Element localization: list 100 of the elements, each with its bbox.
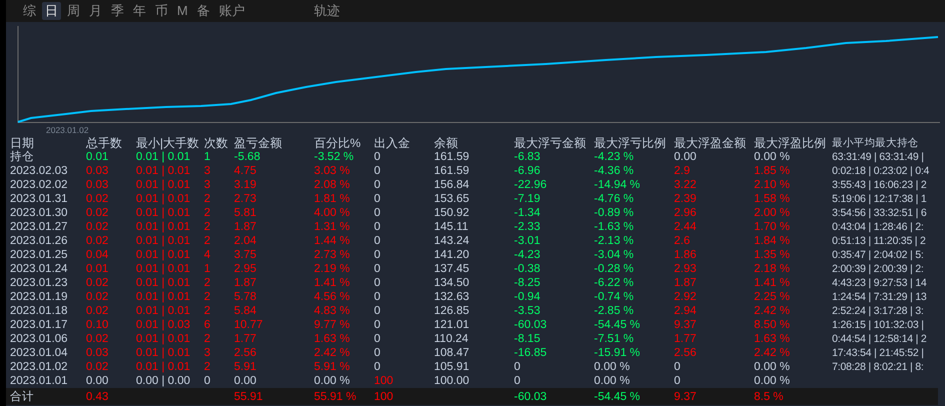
table-cell: 1.31 % xyxy=(314,220,374,234)
column-header: 日期 xyxy=(6,136,86,150)
period-tab[interactable]: 年 xyxy=(130,2,149,20)
table-cell-text: 1:24:54 | 7:31:29 | 13 xyxy=(832,290,928,304)
table-cell-text: 2.73 xyxy=(234,192,258,206)
period-tab[interactable]: 币 xyxy=(152,2,171,20)
table-cell-text: 0.01 | 0.01 xyxy=(136,234,192,248)
column-header: 盈亏金额 xyxy=(234,136,314,150)
table-cell-text: -1.63 % xyxy=(594,220,635,234)
table-cell: 2.42 % xyxy=(314,346,374,360)
table-cell-text: 3:54:56 | 33:32:51 | 6 xyxy=(832,206,928,220)
table-cell-text: 0.01 | 0.01 xyxy=(136,290,192,304)
table-cell-text: -0.94 xyxy=(514,290,542,304)
period-tab[interactable]: 综 xyxy=(20,2,39,20)
table-cell-text: 0.01 | 0.01 xyxy=(136,220,192,234)
table-cell: 0.00 xyxy=(234,374,314,388)
period-tab[interactable]: 日 xyxy=(42,2,61,20)
column-header: 总手数 xyxy=(86,136,136,150)
table-cell-text: 161.59 xyxy=(434,150,470,164)
table-cell: 5.91 % xyxy=(314,360,374,374)
column-header: 最大浮盈金额 xyxy=(674,136,754,150)
table-cell-text: -3.01 xyxy=(514,234,542,248)
table-cell: 2023.01.02 xyxy=(6,360,86,374)
period-tab[interactable]: 季 xyxy=(108,2,127,20)
table-cell: 4.83 % xyxy=(314,304,374,318)
table-cell: 2.00 % xyxy=(754,206,832,220)
table-cell: 0.01 xyxy=(86,150,136,164)
table-cell: 0.01 | 0.01 xyxy=(136,346,204,360)
period-tab[interactable]: M xyxy=(174,2,191,20)
table-cell-text: 2 xyxy=(204,360,212,374)
table-cell-text: 0 xyxy=(374,192,382,206)
column-header: 出入金 xyxy=(374,136,434,150)
table-cell-text: 5.91 xyxy=(234,360,258,374)
table-cell: 0.04 xyxy=(86,248,136,262)
table-cell-text: 1.77 xyxy=(234,332,258,346)
table-cell: 2023.02.02 xyxy=(6,178,86,192)
table-cell: 0.01 xyxy=(86,262,136,276)
table-cell: 1.84 % xyxy=(754,234,832,248)
table-cell: 0.03 xyxy=(86,346,136,360)
table-cell-text: -4.23 xyxy=(514,248,542,262)
table-cell-text: 0.01 | 0.01 xyxy=(136,150,192,164)
table-cell: 1.41 % xyxy=(754,276,832,290)
table-cell-text: 3:55:43 | 16:06:23 | 2 xyxy=(832,178,928,192)
table-cell-text: 17:43:54 | 21:45:52 | xyxy=(832,346,925,360)
column-header: 最大浮亏金额 xyxy=(514,136,594,150)
table-cell: 1.41 % xyxy=(314,276,374,290)
table-cell-text: 2 xyxy=(204,276,212,290)
table-cell-text: 0 xyxy=(374,360,382,374)
table-cell-text: -2.33 xyxy=(514,220,542,234)
table-cell-text: 126.85 xyxy=(434,304,470,318)
table-cell-text: -0.89 % xyxy=(594,206,635,220)
period-tab[interactable]: 月 xyxy=(86,2,105,20)
table-cell: 0.02 xyxy=(86,332,136,346)
table-cell-text: 0.01 | 0.01 xyxy=(136,206,192,220)
table-cell-text: 0 xyxy=(374,150,382,164)
table-cell: 0.02 xyxy=(86,206,136,220)
table-cell: 1.35 % xyxy=(754,248,832,262)
table-cell-text: -4.36 % xyxy=(594,164,635,178)
column-header: 百分比% xyxy=(314,136,362,150)
table-cell: 55.91 % xyxy=(314,388,374,405)
table-cell: 1.81 % xyxy=(314,192,374,206)
table-cell-text: -2.13 % xyxy=(594,234,635,248)
table-cell: -3.52 % xyxy=(314,150,374,164)
table-cell-text: -0.38 xyxy=(514,262,542,276)
table-cell-text: -5.68 xyxy=(234,150,262,164)
column-header: 最大浮亏比例 xyxy=(594,136,674,150)
table-cell-text: 2.04 xyxy=(234,234,258,248)
table-cell-text: 0 xyxy=(374,234,382,248)
table-cell-text: -6.22 % xyxy=(594,276,635,290)
table-cell: 0.00 xyxy=(86,374,136,388)
table-cell: 0.02 xyxy=(86,360,136,374)
table-cell: 0 xyxy=(674,360,754,374)
table-cell: 0.01 | 0.01 xyxy=(136,248,204,262)
table-cell-text: -8.15 xyxy=(514,332,542,346)
table-cell-text: 141.20 xyxy=(434,248,470,262)
table-cell: 2023.01.06 xyxy=(6,332,86,346)
table-cell-text: 2.44 xyxy=(674,220,698,234)
period-tab[interactable]: 账户 xyxy=(216,2,248,20)
table-cell: 0.00 % xyxy=(594,360,674,374)
table-cell: 3 xyxy=(204,164,234,178)
table-cell: 0.02 xyxy=(86,192,136,206)
table-cell-text: 4:43:23 | 9:27:53 | 14 xyxy=(832,276,928,290)
period-tab[interactable]: 备 xyxy=(194,2,213,20)
table-cell-text: 0 xyxy=(374,276,382,290)
table-cell: 100.00 xyxy=(434,374,514,388)
trajectory-tab[interactable]: 轨迹 xyxy=(310,2,343,20)
table-cell-text: 0 xyxy=(374,262,382,276)
table-cell-text: 2.92 xyxy=(674,290,698,304)
table-cell-text: 156.84 xyxy=(434,178,470,192)
table-cell-text: -8.25 xyxy=(514,276,542,290)
table-cell: 0.01 | 0.01 xyxy=(136,178,204,192)
period-tab[interactable]: 周 xyxy=(64,2,83,20)
table-cell: 8.5 % xyxy=(754,388,832,405)
column-header: 最大浮盈比例 xyxy=(754,136,832,150)
table-cell-text: 2:52:24 | 3:17:28 | 3: xyxy=(832,304,925,318)
table-cell: 3.03 % xyxy=(314,164,374,178)
table-cell: 0 xyxy=(514,360,594,374)
table-cell-text: 2 xyxy=(204,234,212,248)
table-cell-text: 0:35:47 | 2:04:02 | 5: xyxy=(832,248,925,262)
table-cell-text: 2.56 xyxy=(674,346,698,360)
